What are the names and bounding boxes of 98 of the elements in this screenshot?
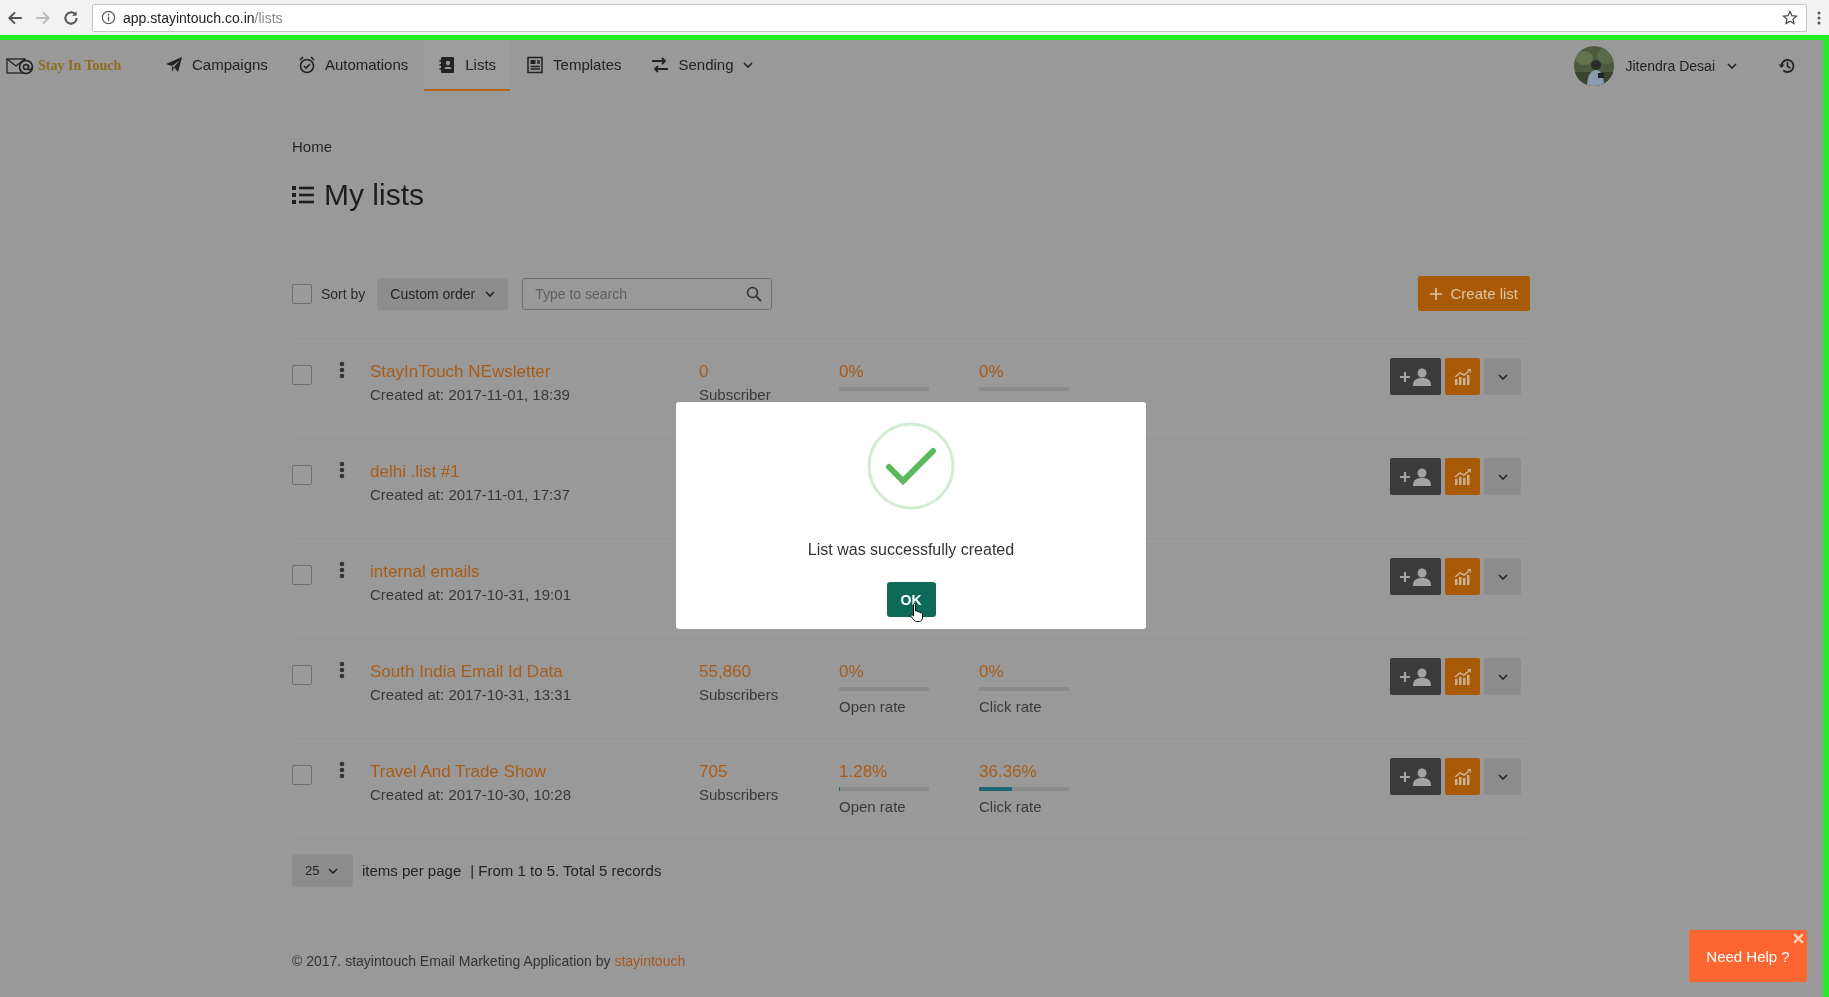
- caret-icon: [485, 290, 496, 297]
- checkbox[interactable]: [292, 465, 312, 485]
- plus-person-icon: [1399, 666, 1432, 687]
- subscriber-label: Subscribers: [699, 685, 779, 705]
- chart-icon: [1452, 567, 1473, 586]
- envelope-at-icon: [6, 55, 34, 76]
- chart-icon: [1452, 467, 1473, 486]
- url-path: /lists: [254, 9, 283, 26]
- caret-icon: [1497, 673, 1508, 680]
- created-date: Created at: 2017-10-31, 13:31: [370, 685, 571, 705]
- open-rate-value: 0%: [839, 661, 864, 682]
- plus-person-icon: [1399, 566, 1432, 587]
- add-subscriber-button[interactable]: [1390, 758, 1441, 795]
- caret-icon: [328, 867, 339, 874]
- ok-button[interactable]: OK: [886, 582, 936, 617]
- address-book-icon: [438, 55, 457, 74]
- subscriber-count: 705: [699, 761, 728, 782]
- open-rate-label: Open rate: [839, 797, 906, 817]
- created-date: Created at: 2017-10-31, 19:01: [370, 585, 571, 605]
- alarm-clock-icon: [297, 55, 316, 74]
- breadcrumb-link[interactable]: Home: [292, 138, 332, 156]
- checkbox[interactable]: [292, 365, 312, 385]
- caret-icon: [1497, 573, 1508, 580]
- open-rate-value: 0%: [839, 361, 864, 382]
- records-summary: | From 1 to 5. Total 5 records: [470, 862, 662, 879]
- sort-dropdown[interactable]: Custom order: [377, 277, 509, 310]
- caret-icon: [1497, 773, 1508, 780]
- need-help-button[interactable]: Need Help ?: [1689, 930, 1807, 982]
- copyright-text: © 2017. stayintouch Email Marketing Application by stayintouch: [292, 953, 686, 969]
- click-rate-label: Click rate: [979, 797, 1042, 817]
- document-icon: [526, 55, 545, 74]
- statistics-button[interactable]: [1445, 658, 1480, 695]
- checkbox[interactable]: [292, 665, 312, 685]
- per-page-dropdown[interactable]: 25: [292, 854, 353, 887]
- created-date: Created at: 2017-11-01, 17:37: [370, 485, 570, 505]
- url-text: app.stayintouch.co.in: [123, 9, 255, 26]
- star-icon[interactable]: [1782, 9, 1798, 26]
- add-subscriber-button[interactable]: [1390, 658, 1441, 695]
- subscriber-label: Subscribers: [699, 785, 779, 805]
- click-rate-value: 36.36%: [979, 761, 1037, 782]
- click-rate-value: 0%: [979, 361, 1004, 382]
- nav-tab[interactable]: Sending: [637, 40, 767, 91]
- click-rate-label: Click rate: [979, 697, 1042, 717]
- caret-icon: [1727, 62, 1737, 69]
- subscriber-count: 55,860: [699, 661, 751, 682]
- checkbox[interactable]: [292, 283, 312, 304]
- create-list-button[interactable]: Create list: [1418, 276, 1530, 311]
- user-menu[interactable]: Jitendra Desai: [1625, 57, 1715, 74]
- add-subscriber-button[interactable]: [1390, 458, 1441, 495]
- search-field[interactable]: Type to search: [522, 277, 773, 310]
- subscriber-count: 0: [699, 361, 709, 382]
- open-rate-value: 1.28%: [839, 761, 888, 782]
- nav-tab[interactable]: Campaigns: [151, 40, 282, 91]
- open-rate-label: Open rate: [839, 697, 906, 717]
- caret-icon: [1497, 373, 1508, 380]
- statistics-button[interactable]: [1445, 458, 1480, 495]
- sort-label: Sort by: [321, 285, 366, 302]
- page-title: My lists: [324, 178, 424, 212]
- success-check-icon: [867, 422, 955, 510]
- reload-icon[interactable]: [62, 8, 80, 27]
- plus-icon: [1430, 287, 1443, 300]
- created-date: Created at: 2017-11-01, 18:39: [370, 385, 570, 405]
- nav-tab[interactable]: Templates: [512, 40, 636, 91]
- more-icon[interactable]: [339, 761, 345, 779]
- menu-icon[interactable]: [1817, 9, 1821, 26]
- statistics-button[interactable]: [1445, 758, 1480, 795]
- checkbox[interactable]: [292, 765, 312, 785]
- add-subscriber-button[interactable]: [1390, 358, 1441, 395]
- chart-icon: [1452, 667, 1473, 686]
- logo-text: Stay In Touch: [38, 57, 122, 74]
- statistics-button[interactable]: [1445, 358, 1480, 395]
- created-date: Created at: 2017-10-30, 10:28: [370, 785, 571, 805]
- chart-icon: [1452, 367, 1473, 386]
- plus-person-icon: [1399, 366, 1432, 387]
- search-icon[interactable]: [746, 285, 763, 302]
- caret-icon: [1497, 473, 1508, 480]
- statistics-button[interactable]: [1445, 558, 1480, 595]
- subscriber-label: Subscriber: [699, 385, 771, 405]
- checkbox[interactable]: [292, 565, 312, 585]
- nav-tab[interactable]: Lists: [424, 40, 511, 91]
- more-icon[interactable]: [339, 661, 345, 679]
- more-icon[interactable]: [339, 561, 345, 579]
- plus-person-icon: [1399, 466, 1432, 487]
- close-icon[interactable]: [1793, 933, 1804, 944]
- add-subscriber-button[interactable]: [1390, 558, 1441, 595]
- per-page-label: items per page: [362, 862, 462, 879]
- success-message: List was successfully created: [807, 540, 1015, 560]
- plus-person-icon: [1399, 766, 1432, 787]
- chart-icon: [1452, 767, 1473, 786]
- address-bar[interactable]: app.stayintouch.co.in/lists: [92, 3, 1807, 32]
- more-icon[interactable]: [339, 361, 345, 379]
- nav-tab[interactable]: Automations: [283, 40, 423, 91]
- info-icon: [101, 10, 116, 25]
- paper-plane-icon: [165, 55, 183, 74]
- list-icon: [292, 185, 314, 205]
- click-rate-value: 0%: [979, 661, 1004, 682]
- more-icon[interactable]: [339, 461, 345, 479]
- transfer-icon: [651, 55, 670, 74]
